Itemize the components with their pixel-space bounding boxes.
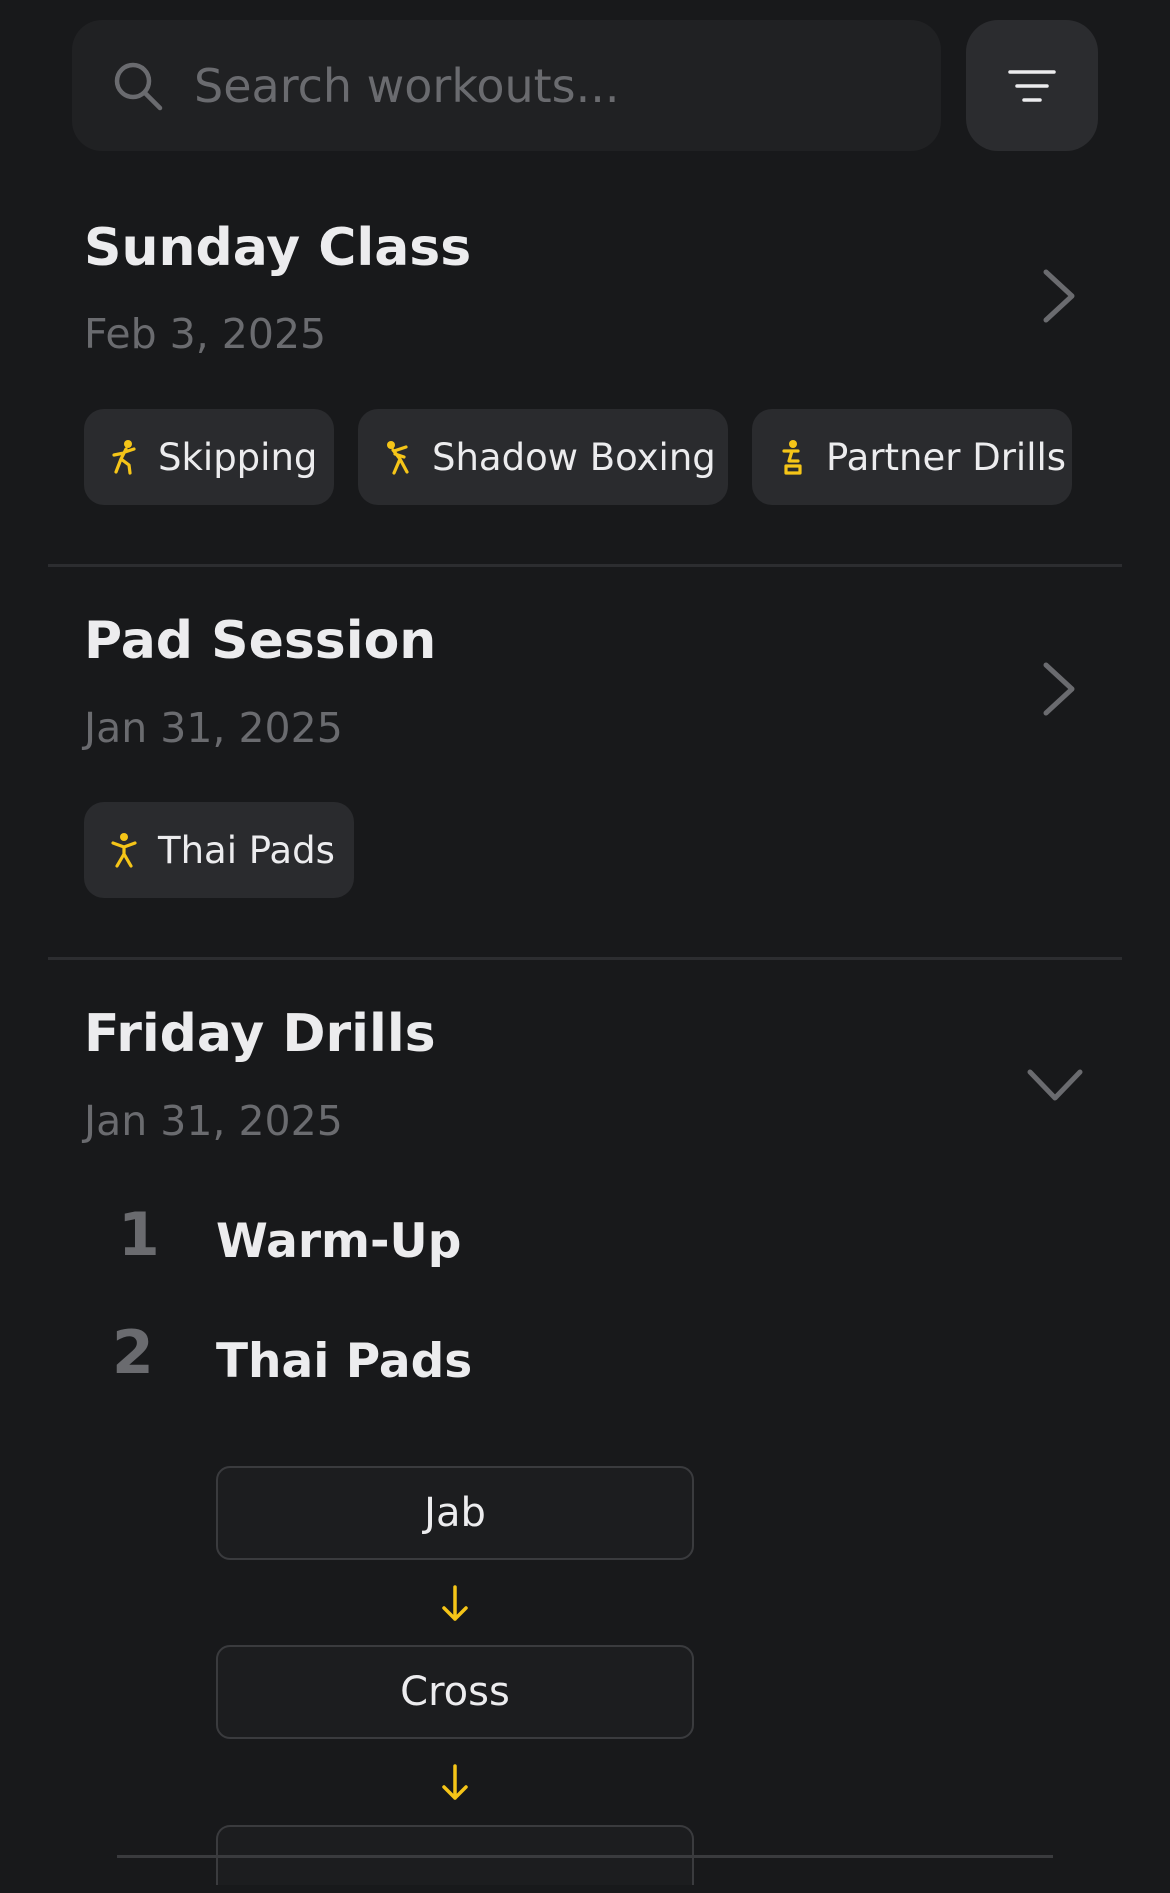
tag-shadow-boxing: Shadow Boxing [358,409,728,505]
tag-skipping: Skipping [84,409,334,505]
filter-button[interactable] [966,20,1098,151]
tag-label: Skipping [158,435,318,479]
divider [48,957,1122,960]
step-name[interactable]: Warm-Up [216,1214,461,1269]
search-row [72,20,1098,151]
arrow-down-icon [442,1585,468,1621]
combo-move-cross: Cross [216,1645,694,1739]
workout-title: Sunday Class [84,218,472,278]
chevron-right-icon[interactable] [1040,268,1078,324]
workout-date: Jan 31, 2025 [84,1097,343,1145]
tag-partner-drills: Partner Drills [752,409,1072,505]
workout-title: Friday Drills [84,1004,436,1064]
step-number: 2 [112,1318,154,1388]
tag-label: Partner Drills [826,435,1067,479]
workout-date: Feb 3, 2025 [84,310,327,358]
workout-title: Pad Session [84,611,437,671]
combo-move-jab: Jab [216,1466,694,1560]
star-figure-icon [111,833,137,868]
step-name[interactable]: Thai Pads [216,1334,472,1389]
partner-figure-icon [782,440,802,475]
search-box[interactable] [72,20,941,151]
skipping-figure-icon [112,440,136,475]
divider [48,564,1122,567]
workout-date: Jan 31, 2025 [84,704,343,752]
arrow-down-icon [442,1764,468,1800]
chevron-right-icon[interactable] [1040,661,1078,717]
search-icon [114,62,163,111]
bottom-bar [117,1855,1053,1858]
boxing-figure-icon [387,441,409,475]
search-input[interactable] [192,48,896,124]
tag-thai-pads: Thai Pads [84,802,354,898]
tag-label: Shadow Boxing [432,435,716,479]
tag-label: Thai Pads [158,828,335,872]
filter-icon [1008,69,1056,102]
step-number: 1 [118,1200,160,1270]
chevron-down-icon[interactable] [1026,1064,1084,1104]
